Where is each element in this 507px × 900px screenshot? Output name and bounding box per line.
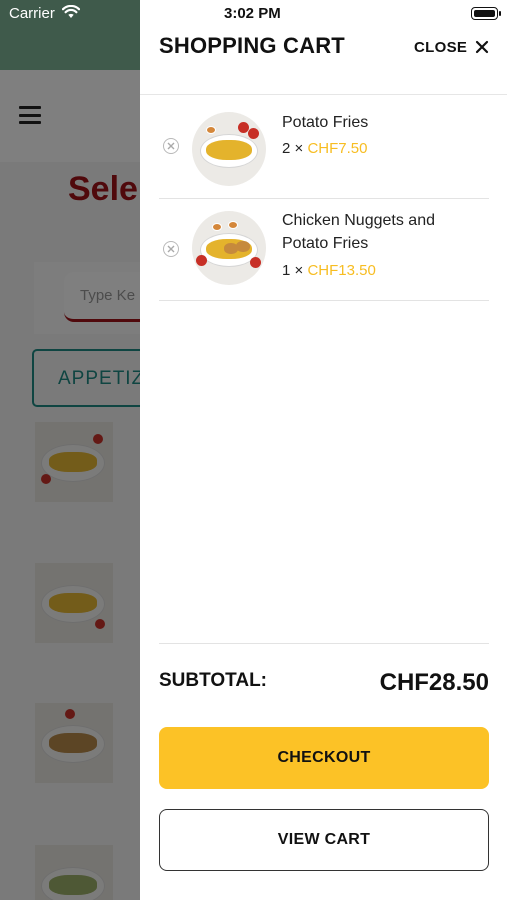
cart-item-price: CHF7.50: [307, 140, 368, 157]
wifi-icon: [62, 5, 80, 18]
times-sign: ×: [294, 262, 304, 279]
close-icon: [476, 40, 489, 54]
view-cart-button[interactable]: VIEW CART: [159, 809, 489, 871]
shopping-cart-drawer: SHOPPING CART CLOSE Potato Fries 2 × CHF…: [140, 0, 507, 900]
checkout-button[interactable]: CHECKOUT: [159, 727, 489, 789]
cart-item-price: CHF13.50: [307, 262, 376, 279]
subtotal-divider: [159, 643, 489, 644]
close-button-label: CLOSE: [414, 38, 468, 56]
cart-item-thumbnail: [192, 211, 266, 285]
cart-item-quantity: 2: [282, 140, 291, 157]
cart-item: Chicken Nuggets and Potato Fries 1 × CHF…: [159, 199, 489, 299]
cart-item-quantity-line: 2 × CHF7.50: [282, 140, 367, 157]
carrier-label: Carrier: [9, 5, 55, 22]
drawer-title: SHOPPING CART: [159, 33, 345, 58]
cart-item-name: Potato Fries: [282, 114, 369, 131]
cart-item-quantity-line: 1 × CHF13.50: [282, 262, 376, 279]
clock-label: 3:02 PM: [224, 5, 281, 22]
times-sign: ×: [294, 140, 304, 157]
item-divider: [159, 300, 489, 301]
status-bar: Carrier 3:02 PM: [0, 0, 507, 28]
cart-item-thumbnail: [192, 112, 266, 186]
battery-icon: [471, 7, 501, 20]
remove-item-icon[interactable]: [163, 138, 179, 154]
cart-item: Potato Fries 2 × CHF7.50: [159, 100, 489, 200]
subtotal-label: SUBTOTAL:: [159, 670, 268, 691]
close-button[interactable]: CLOSE: [414, 36, 489, 58]
header-divider: [140, 94, 507, 95]
remove-item-icon[interactable]: [163, 241, 179, 257]
cart-item-quantity: 1: [282, 262, 291, 279]
subtotal-value: CHF28.50: [379, 669, 489, 696]
cart-item-name: Chicken Nuggets and Potato Fries: [282, 212, 435, 252]
